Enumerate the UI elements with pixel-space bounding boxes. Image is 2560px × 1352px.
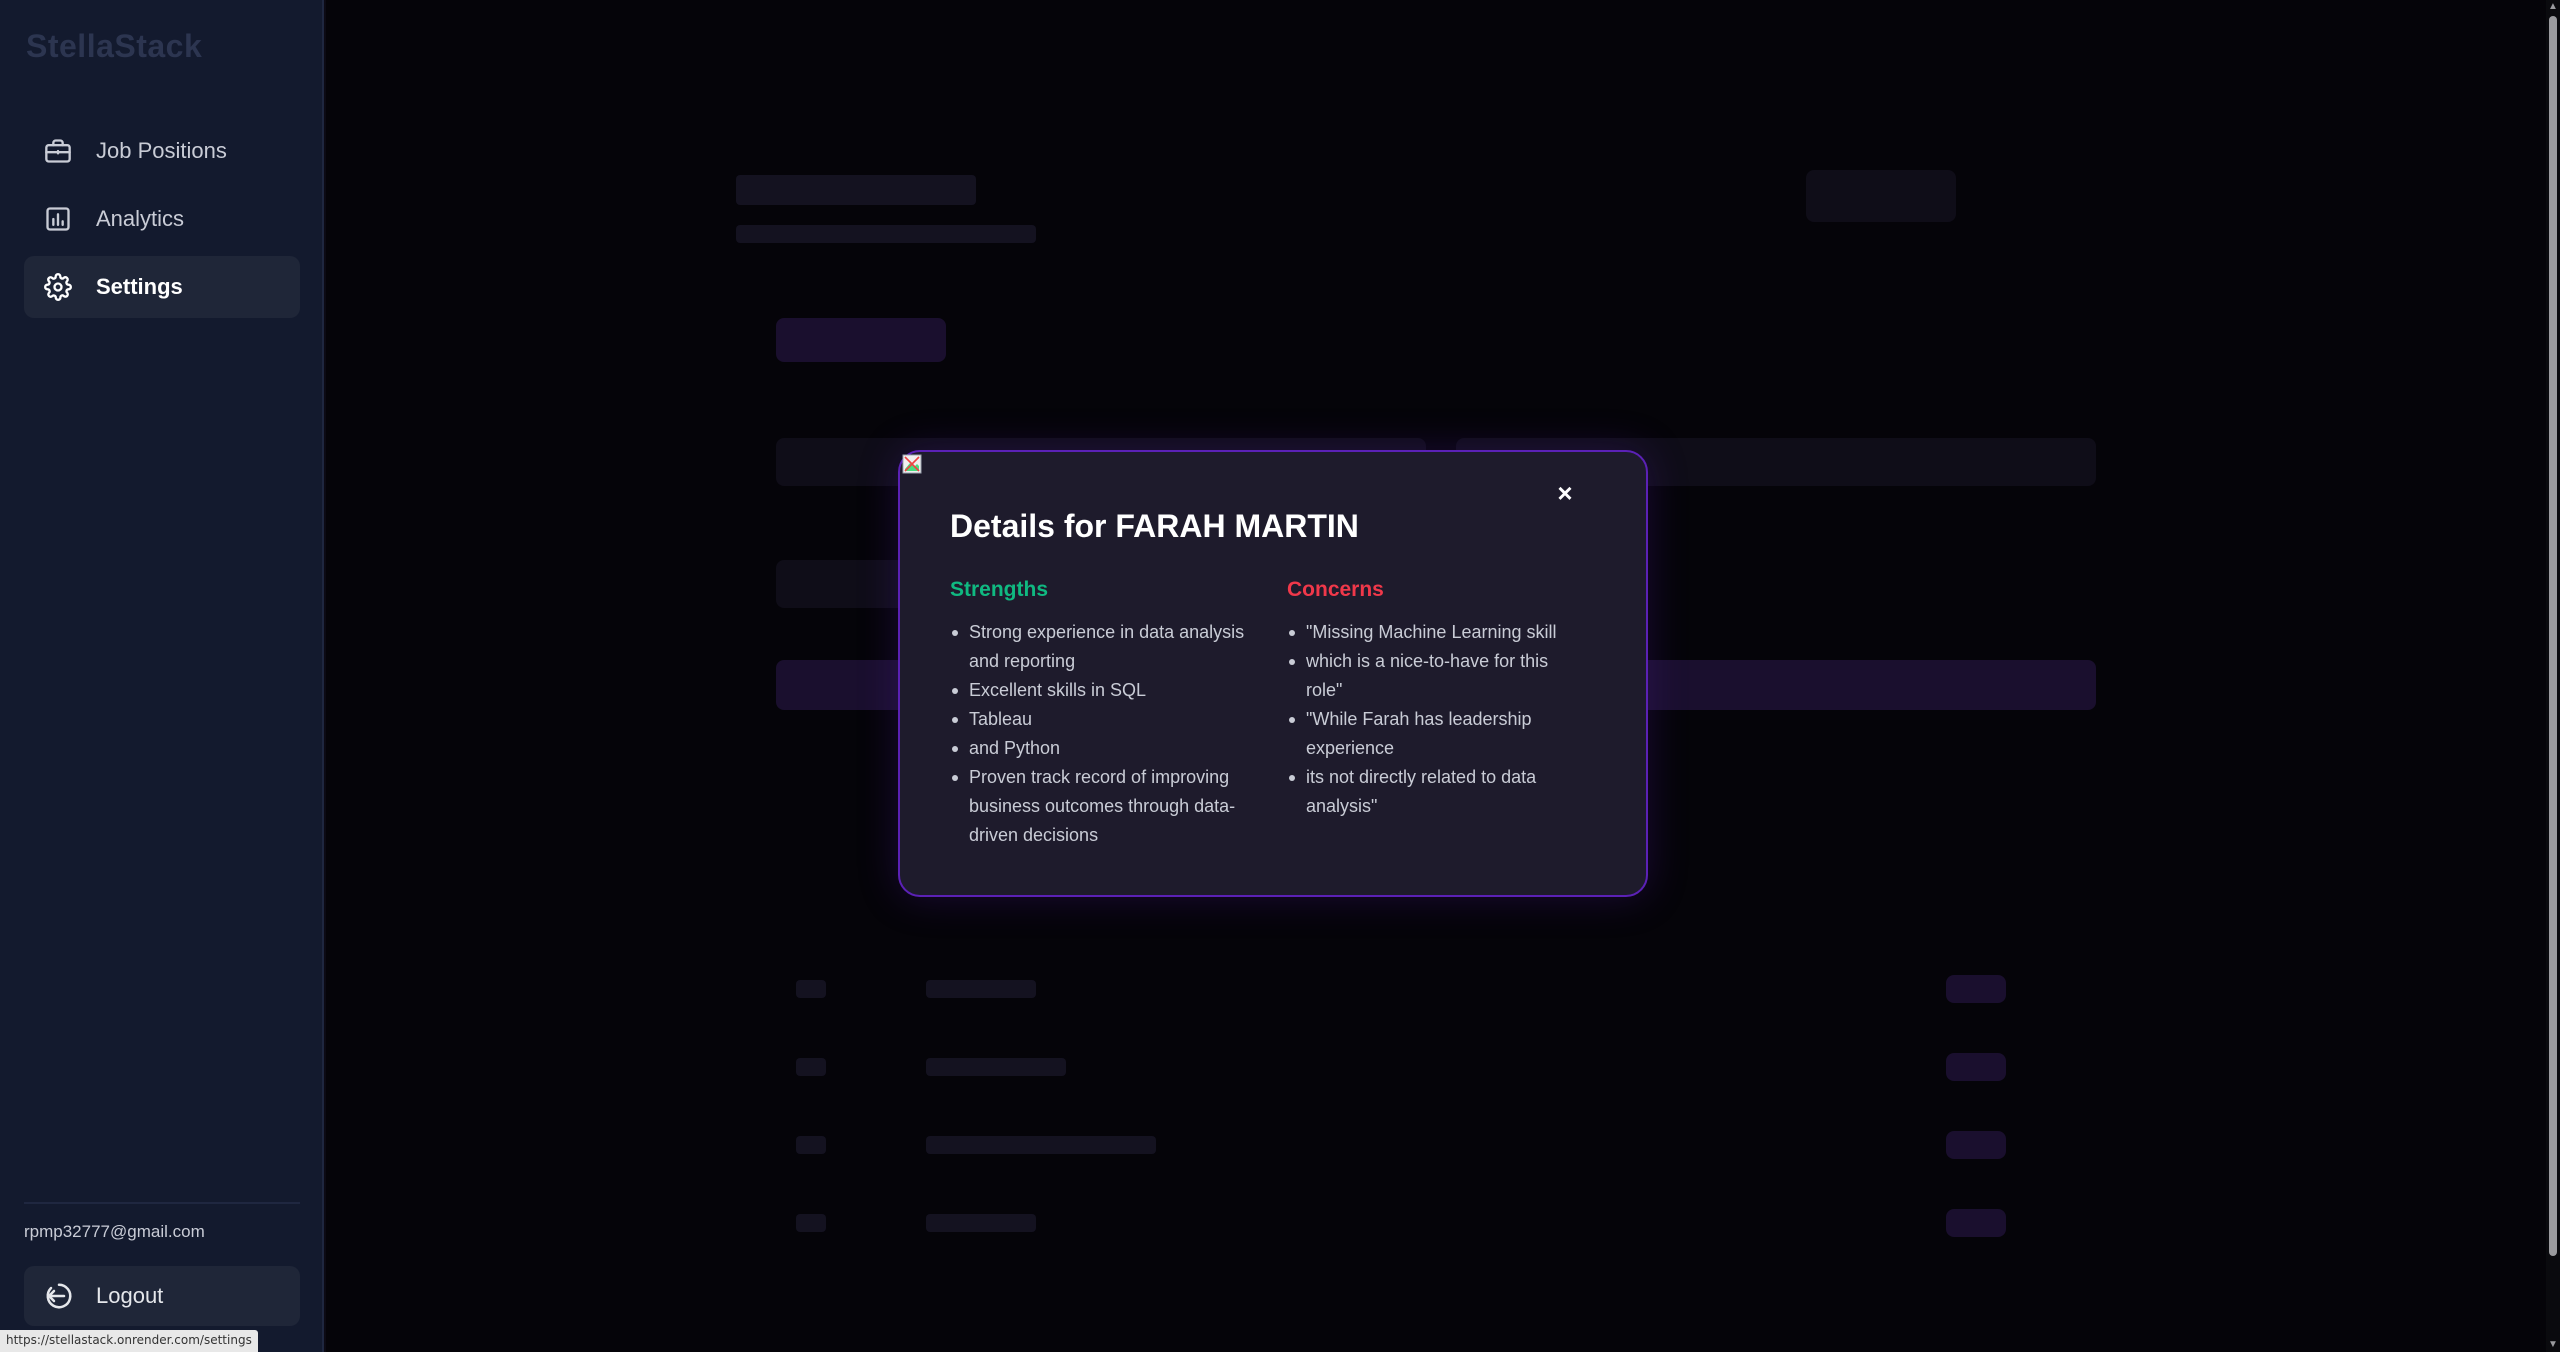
sidebar-item-label: Settings	[96, 274, 183, 299]
briefcase-icon	[45, 139, 71, 163]
list-item: its not directly related to data analysi…	[1287, 763, 1587, 821]
gear-icon	[44, 273, 72, 301]
backdrop-placeholder	[796, 1058, 826, 1076]
concerns-section: Concerns "Missing Machine Learning skill…	[1287, 578, 1587, 821]
modal-title: Details for FARAH MARTIN	[950, 508, 1359, 544]
backdrop-placeholder	[776, 318, 946, 362]
backdrop-placeholder	[796, 1214, 826, 1232]
backdrop-placeholder	[1806, 170, 1956, 222]
list-item: Proven track record of improving busines…	[950, 763, 1270, 850]
backdrop-placeholder	[796, 1136, 826, 1154]
logout-button[interactable]: Logout	[24, 1266, 300, 1326]
user-email: rpmp32777@gmail.com	[24, 1222, 205, 1241]
backdrop-placeholder	[926, 1214, 1036, 1232]
list-item: Excellent skills in SQL	[950, 676, 1270, 705]
sidebar-divider	[24, 1202, 300, 1204]
sidebar-item-job-positions[interactable]: Job Positions	[24, 120, 300, 182]
list-item: and Python	[950, 734, 1270, 763]
status-bar-url: https://stellastack.onrender.com/setting…	[0, 1330, 258, 1352]
app-root: StellaStack Job Positions Analytics Sett…	[0, 0, 2560, 1352]
backdrop-placeholder	[926, 1058, 1066, 1076]
strengths-heading: Strengths	[950, 578, 1049, 601]
backdrop-placeholder	[1946, 1209, 2006, 1237]
backdrop-placeholder	[1946, 1053, 2006, 1081]
logout-icon	[46, 1283, 72, 1309]
scroll-up-icon[interactable]: ▲	[2548, 2, 2558, 12]
candidate-details-modal: × Details for FARAH MARTIN Strengths Str…	[898, 450, 1648, 897]
sidebar-item-label: Job Positions	[96, 138, 227, 163]
backdrop-placeholder	[1946, 975, 2006, 1003]
sidebar-item-settings[interactable]: Settings	[24, 256, 300, 318]
sidebar: StellaStack Job Positions Analytics Sett…	[0, 0, 324, 1352]
strengths-section: Strengths Strong experience in data anal…	[950, 578, 1270, 850]
backdrop-placeholder	[1946, 1131, 2006, 1159]
broken-image-icon	[902, 454, 922, 474]
backdrop-placeholder	[796, 980, 826, 998]
list-item: which is a nice-to-have for this role"	[1287, 647, 1587, 705]
list-item: Tableau	[950, 705, 1270, 734]
backdrop-placeholder	[736, 225, 1036, 243]
backdrop-placeholder	[736, 175, 976, 205]
brand-logo[interactable]: StellaStack	[26, 28, 202, 65]
close-button[interactable]: ×	[1550, 478, 1580, 508]
sidebar-item-analytics[interactable]: Analytics	[24, 188, 300, 250]
scrollbar-thumb[interactable]	[2549, 16, 2557, 1256]
list-item: "While Farah has leadership experience	[1287, 705, 1587, 763]
list-item: "Missing Machine Learning skill	[1287, 618, 1587, 647]
page-scrollbar[interactable]: ▲ ▼	[2546, 0, 2560, 1352]
concerns-heading: Concerns	[1287, 578, 1384, 601]
logout-label: Logout	[96, 1283, 164, 1308]
scroll-down-icon[interactable]: ▼	[2548, 1340, 2558, 1350]
list-item: Strong experience in data analysis and r…	[950, 618, 1270, 676]
backdrop-placeholder	[926, 1136, 1156, 1154]
strengths-list: Strong experience in data analysis and r…	[950, 618, 1270, 850]
concerns-list: "Missing Machine Learning skill which is…	[1287, 618, 1587, 821]
sidebar-nav: Job Positions Analytics Settings	[24, 120, 300, 324]
backdrop-placeholder	[926, 980, 1036, 998]
bar-chart-icon	[46, 207, 70, 231]
sidebar-item-label: Analytics	[96, 206, 185, 231]
